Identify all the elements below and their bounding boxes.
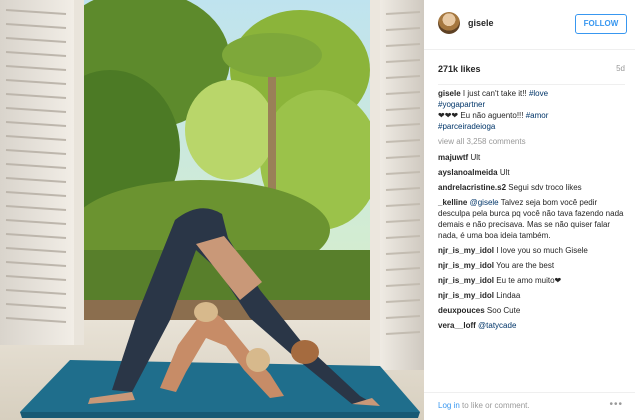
comment-mention[interactable]: @tatycade — [478, 321, 516, 330]
caption-user[interactable]: gisele — [438, 89, 461, 98]
login-prompt-text: to like or comment. — [462, 401, 530, 410]
login-link[interactable]: Log in — [438, 401, 460, 410]
login-prompt: Log in to like or comment. — [438, 401, 530, 410]
hashtag-amor[interactable]: #amor — [526, 111, 549, 120]
caption: gisele I just can't take it!! #love #yog… — [438, 88, 627, 132]
comments-list: gisele I just can't take it!! #love #yog… — [438, 88, 627, 335]
comment-text: I love you so much Gisele — [496, 246, 588, 255]
post-age[interactable]: 5d — [616, 64, 625, 73]
comment-text: Segui sdv troco likes — [508, 183, 582, 192]
post-username[interactable]: gisele — [468, 18, 494, 28]
avatar[interactable] — [438, 12, 460, 34]
likes-count[interactable]: 271k likes — [438, 64, 481, 74]
comment-mention[interactable]: @gisele — [470, 198, 499, 207]
view-all-comments-link[interactable]: view all 3,258 comments — [438, 136, 627, 147]
comment-text: Ult — [470, 153, 481, 162]
comment-item: njr_is_my_idol I love you so much Gisele — [438, 245, 627, 256]
yoga-photo-illustration — [0, 0, 424, 420]
comment-user[interactable]: njr_is_my_idol — [438, 276, 494, 285]
post-details-panel: gisele FOLLOW 271k likes 5d gisele I jus… — [424, 0, 635, 420]
comment-text: You are the best — [496, 261, 555, 270]
post-stats: 271k likes 5d — [438, 64, 625, 78]
comment-item: vera__loff @tatycade — [438, 320, 627, 331]
comment-text: Soo Cute — [486, 306, 521, 315]
comment-item: njr_is_my_idol You are the best — [438, 260, 627, 271]
hashtag-parceiradeioga[interactable]: #parceiradeioga — [438, 122, 495, 131]
comment-user[interactable]: vera__loff — [438, 321, 476, 330]
comment-user[interactable]: ayslanoalmeida — [438, 168, 498, 177]
comment-user[interactable]: majuwtf — [438, 153, 468, 162]
comment-item: njr_is_my_idol Lindaa — [438, 290, 627, 301]
divider — [438, 84, 625, 85]
comment-item: andrelacristine.s2 Segui sdv troco likes — [438, 182, 627, 193]
comments-fade — [424, 372, 635, 392]
comment-text: Lindaa — [496, 291, 521, 300]
post-header: gisele FOLLOW — [424, 0, 635, 50]
comment-footer: Log in to like or comment. ••• — [424, 392, 635, 420]
hashtag-love[interactable]: #love — [529, 89, 548, 98]
comment-item: njr_is_my_idol Eu te amo muito❤ — [438, 275, 627, 286]
post-photo[interactable] — [0, 0, 424, 420]
caption-text-pt: ❤❤❤ Eu não aguento!!! — [438, 111, 524, 120]
comment-item: ayslanoalmeida Ult — [438, 167, 627, 178]
comment-user[interactable]: njr_is_my_idol — [438, 291, 494, 300]
comment-user[interactable]: njr_is_my_idol — [438, 261, 494, 270]
comment-text: Ult — [499, 168, 510, 177]
hashtag-yogapartner[interactable]: #yogapartner — [438, 100, 485, 109]
more-dots-icon[interactable]: ••• — [609, 399, 623, 410]
comment-item: majuwtf Ult — [438, 152, 627, 163]
caption-text: I just can't take it!! — [462, 89, 527, 98]
comment-user[interactable]: njr_is_my_idol — [438, 246, 494, 255]
comment-user[interactable]: _kelline — [438, 198, 467, 207]
comment-item: _kelline @gisele Talvez seja bom você pe… — [438, 197, 627, 241]
comment-user[interactable]: deuxpouces — [438, 306, 485, 315]
comment-user[interactable]: andrelacristine.s2 — [438, 183, 506, 192]
comment-text: Eu te amo muito❤ — [496, 276, 562, 285]
comment-item: deuxpouces Soo Cute — [438, 305, 627, 316]
follow-button[interactable]: FOLLOW — [575, 14, 627, 34]
